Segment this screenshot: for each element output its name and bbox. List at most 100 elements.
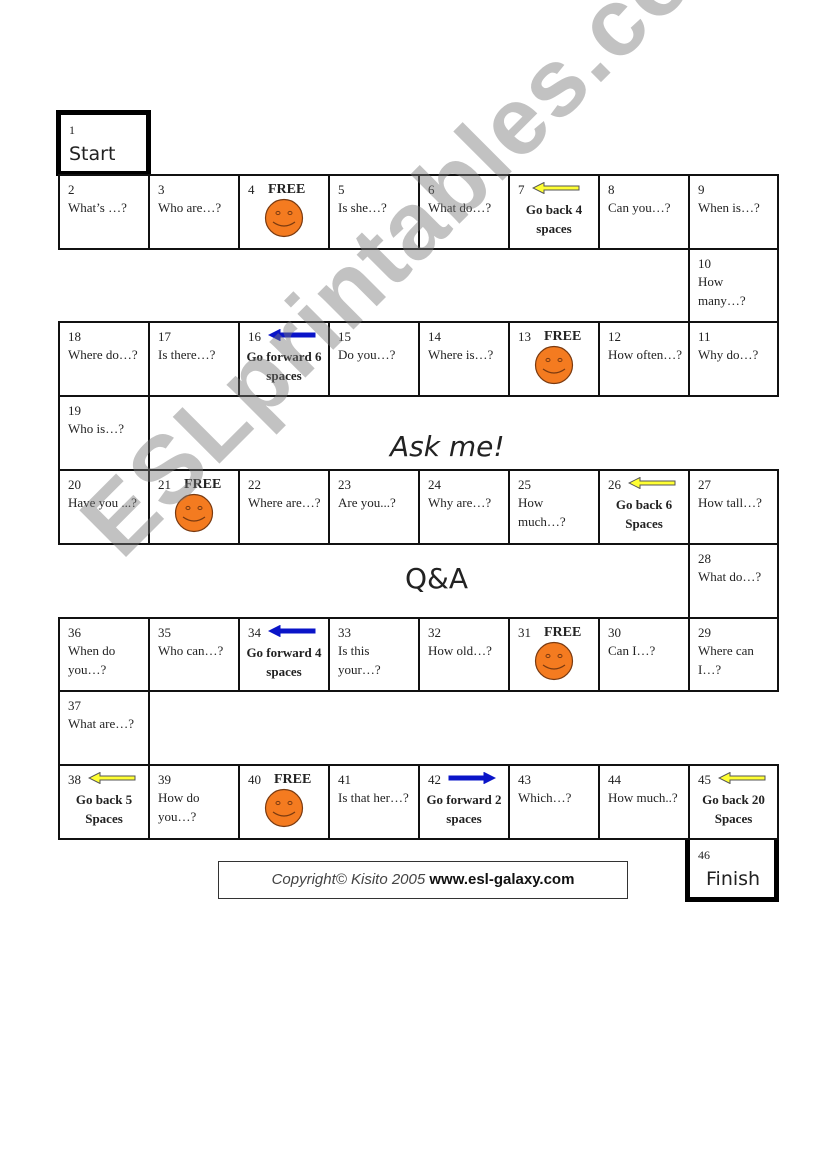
square-number: 17	[158, 329, 171, 344]
board-square: 17 Is there…?	[148, 321, 240, 397]
copyright-site: www.esl-galaxy.com	[429, 871, 575, 888]
square-number: 13	[518, 329, 531, 344]
square-number: 38	[68, 772, 81, 787]
board-square: 9 When is…?	[688, 174, 779, 250]
question-text: Are you...?	[338, 495, 396, 510]
board-square: 7 Go back 4 spaces	[508, 174, 600, 250]
square-number: 30	[608, 625, 621, 640]
square-number: 37	[68, 698, 81, 713]
question-text: How do you…?	[158, 790, 200, 824]
board-square: 5 Is she…?	[328, 174, 420, 250]
square-number: 8	[608, 182, 615, 197]
square-number: 1	[69, 123, 75, 137]
square-number: 4	[248, 182, 255, 197]
ask-me-label: Ask me!	[390, 430, 505, 463]
board-square: 20 Have you ...?	[58, 469, 150, 545]
smiley-face-icon	[174, 493, 214, 533]
square-number: 36	[68, 625, 81, 640]
question-text: Where do…?	[68, 347, 138, 362]
square-number: 18	[68, 329, 81, 344]
qa-label: Q&A	[405, 562, 469, 595]
action-text: Go back 4 spaces	[525, 202, 583, 236]
question-text: Where are…?	[248, 495, 321, 510]
free-label: FREE	[268, 182, 306, 197]
finish-square: 46 Finish	[685, 835, 779, 902]
square-number: 9	[698, 182, 705, 197]
smiley-face-icon	[264, 198, 304, 238]
board-square: 34 Go forward 4 spaces	[238, 617, 330, 692]
square-number: 20	[68, 477, 81, 492]
question-text: How much…?	[518, 495, 566, 529]
arrow-left-icon	[532, 182, 580, 194]
question-text: Have you ...?	[68, 495, 137, 510]
smiley-face-icon	[534, 345, 574, 385]
question-text: Where is…?	[428, 347, 494, 362]
question-text: Which…?	[518, 790, 572, 805]
board-square: 6 What do…?	[418, 174, 510, 250]
question-text: Who is…?	[68, 421, 124, 436]
square-number: 12	[608, 329, 621, 344]
board-square: 4 FREE	[238, 174, 330, 250]
question-text: Is there…?	[158, 347, 216, 362]
square-number: 3	[158, 182, 165, 197]
square-number: 25	[518, 477, 531, 492]
board-square: 12 How often…?	[598, 321, 690, 397]
action-text: Go forward 2 spaces	[426, 792, 502, 826]
question-text: Can you…?	[608, 200, 671, 215]
square-number: 15	[338, 329, 351, 344]
question-text: What’s …?	[68, 200, 127, 215]
arrow-left-icon	[268, 329, 316, 341]
smiley-face-icon	[264, 788, 304, 828]
question-text: Is this your…?	[338, 643, 381, 677]
square-number: 40	[248, 772, 261, 787]
board-square: 31 FREE	[508, 617, 600, 692]
copyright-text: Copyright© Kisito 2005	[271, 871, 426, 888]
square-number: 27	[698, 477, 711, 492]
square-number: 44	[608, 772, 621, 787]
question-text: How often…?	[608, 347, 683, 362]
arrow-left-icon	[718, 772, 766, 784]
board-square: 45 Go back 20 Spaces	[688, 764, 779, 840]
question-text: When is…?	[698, 200, 760, 215]
square-number: 39	[158, 772, 171, 787]
board-square: 24 Why are…?	[418, 469, 510, 545]
square-number: 16	[248, 329, 261, 344]
free-label: FREE	[544, 329, 582, 344]
square-number: 42	[428, 772, 441, 787]
board-square: 41 Is that her…?	[328, 764, 420, 840]
question-text: What do…?	[698, 569, 762, 584]
start-square: 1 Start	[56, 110, 151, 176]
board-square: 44 How much..?	[598, 764, 690, 840]
board-square: 30 Can I…?	[598, 617, 690, 692]
square-number: 35	[158, 625, 171, 640]
board-square: 18 Where do…?	[58, 321, 150, 397]
square-number: 22	[248, 477, 261, 492]
square-number: 26	[608, 477, 621, 492]
square-number: 7	[518, 182, 525, 197]
question-text: How tall…?	[698, 495, 762, 510]
free-label: FREE	[184, 477, 222, 492]
square-number: 31	[518, 625, 531, 640]
square-number: 6	[428, 182, 435, 197]
free-label: FREE	[274, 772, 312, 787]
board-square: 36 When do you…?	[58, 617, 150, 692]
square-number: 5	[338, 182, 345, 197]
board-square: 39 How do you…?	[148, 764, 240, 840]
arrow-right-icon	[448, 772, 496, 784]
square-number: 32	[428, 625, 441, 640]
square-number: 43	[518, 772, 531, 787]
question-text: When do you…?	[68, 643, 116, 677]
board-square: 8 Can you…?	[598, 174, 690, 250]
board-square: 10 How many…?	[688, 248, 779, 323]
board-square: 32 How old…?	[418, 617, 510, 692]
board-square: 16 Go forward 6 spaces	[238, 321, 330, 397]
board-square: 43 Which…?	[508, 764, 600, 840]
board-square: 29 Where can I…?	[688, 617, 779, 692]
square-number: 14	[428, 329, 441, 344]
square-number: 34	[248, 625, 261, 640]
board-square: 13 FREE	[508, 321, 600, 397]
action-text: Go back 6 Spaces	[615, 497, 673, 531]
square-number: 45	[698, 772, 711, 787]
square-number: 19	[68, 403, 81, 418]
question-text: What are…?	[68, 716, 135, 731]
